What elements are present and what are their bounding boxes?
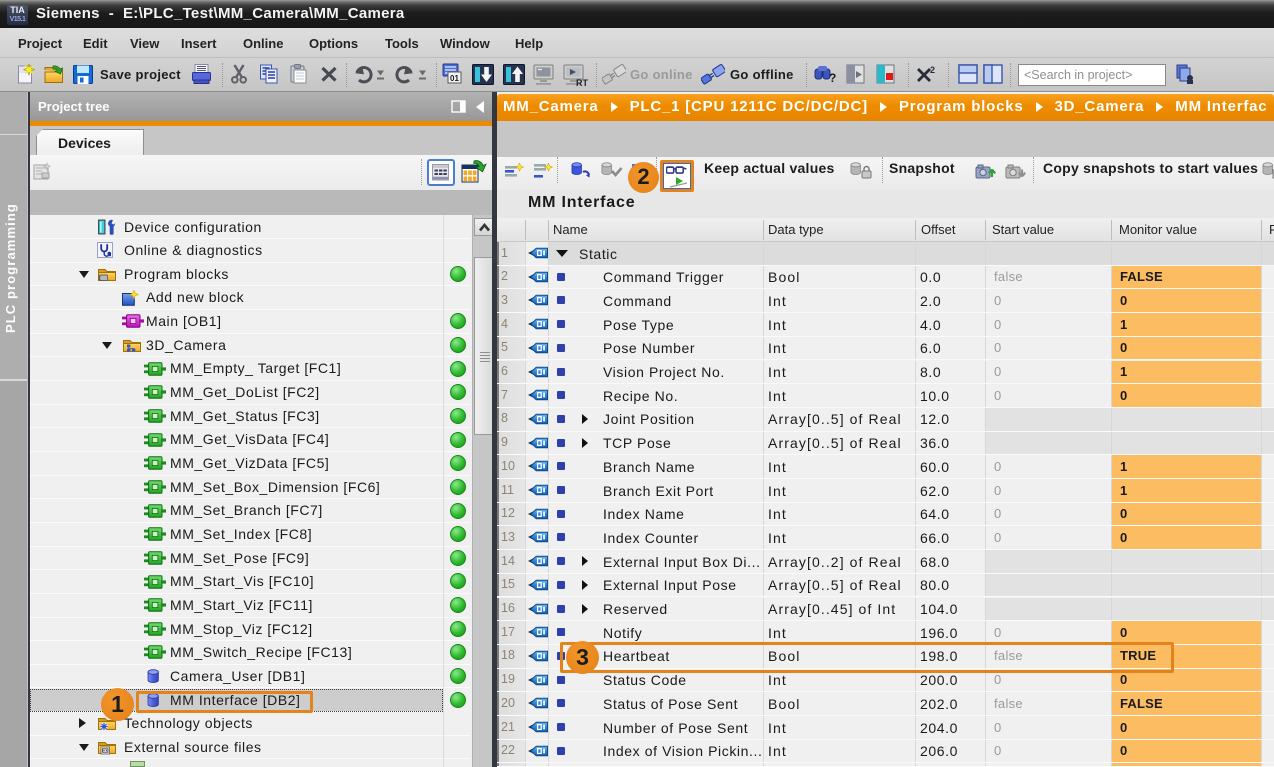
svg-text:2: 2 xyxy=(930,65,935,75)
svg-text:01: 01 xyxy=(450,74,459,83)
svg-text:?: ? xyxy=(829,71,836,85)
svg-text:RT: RT xyxy=(576,78,588,87)
